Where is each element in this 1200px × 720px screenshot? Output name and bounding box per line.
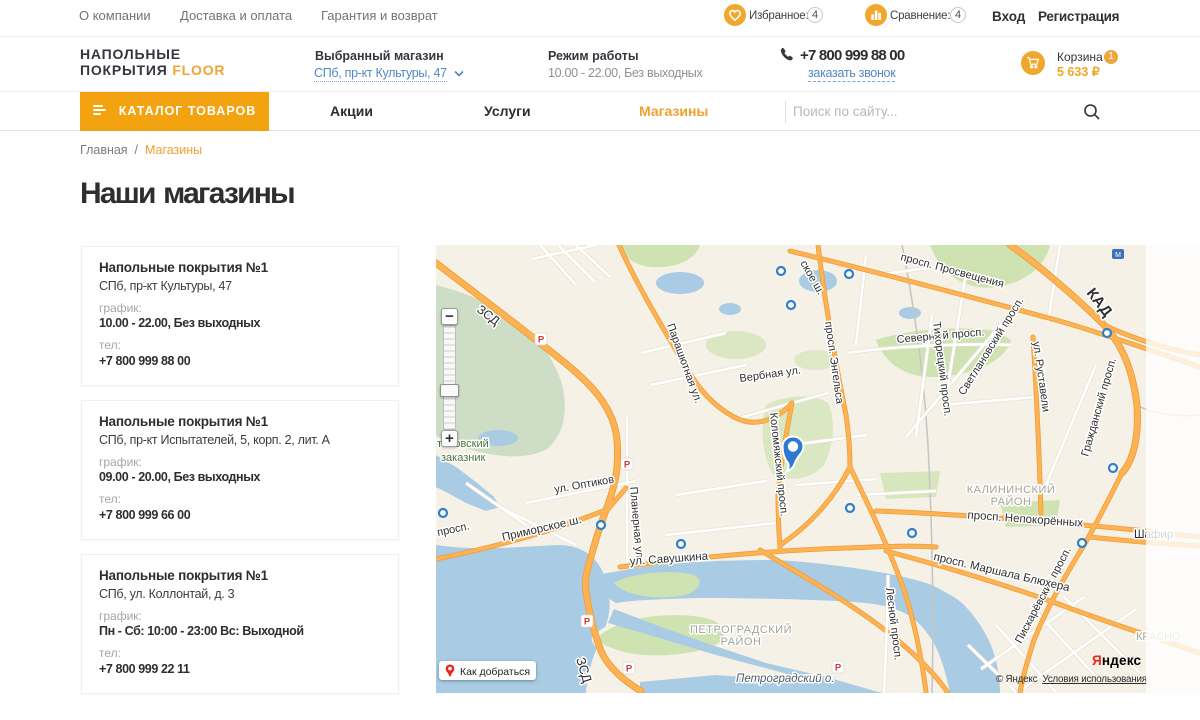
svg-text:КАЛИНИНСКИЙ: КАЛИНИНСКИЙ xyxy=(967,483,1056,496)
svg-text:Петроградский о.: Петроградский о. xyxy=(736,673,834,685)
svg-text:Р: Р xyxy=(584,617,591,628)
svg-text:Р: Р xyxy=(835,663,842,674)
svg-text:РАЙОН: РАЙОН xyxy=(721,635,762,648)
svg-text:заказник: заказник xyxy=(441,452,485,464)
svg-text:Р: Р xyxy=(626,664,633,675)
svg-text:Р: Р xyxy=(624,460,631,471)
svg-text:ПЕТРОГРАДСКИЙ: ПЕТРОГРАДСКИЙ xyxy=(690,623,792,636)
svg-text:Р: Р xyxy=(538,335,545,346)
svg-text:РАЙОН: РАЙОН xyxy=(991,495,1032,508)
svg-text:М: М xyxy=(1115,252,1121,259)
